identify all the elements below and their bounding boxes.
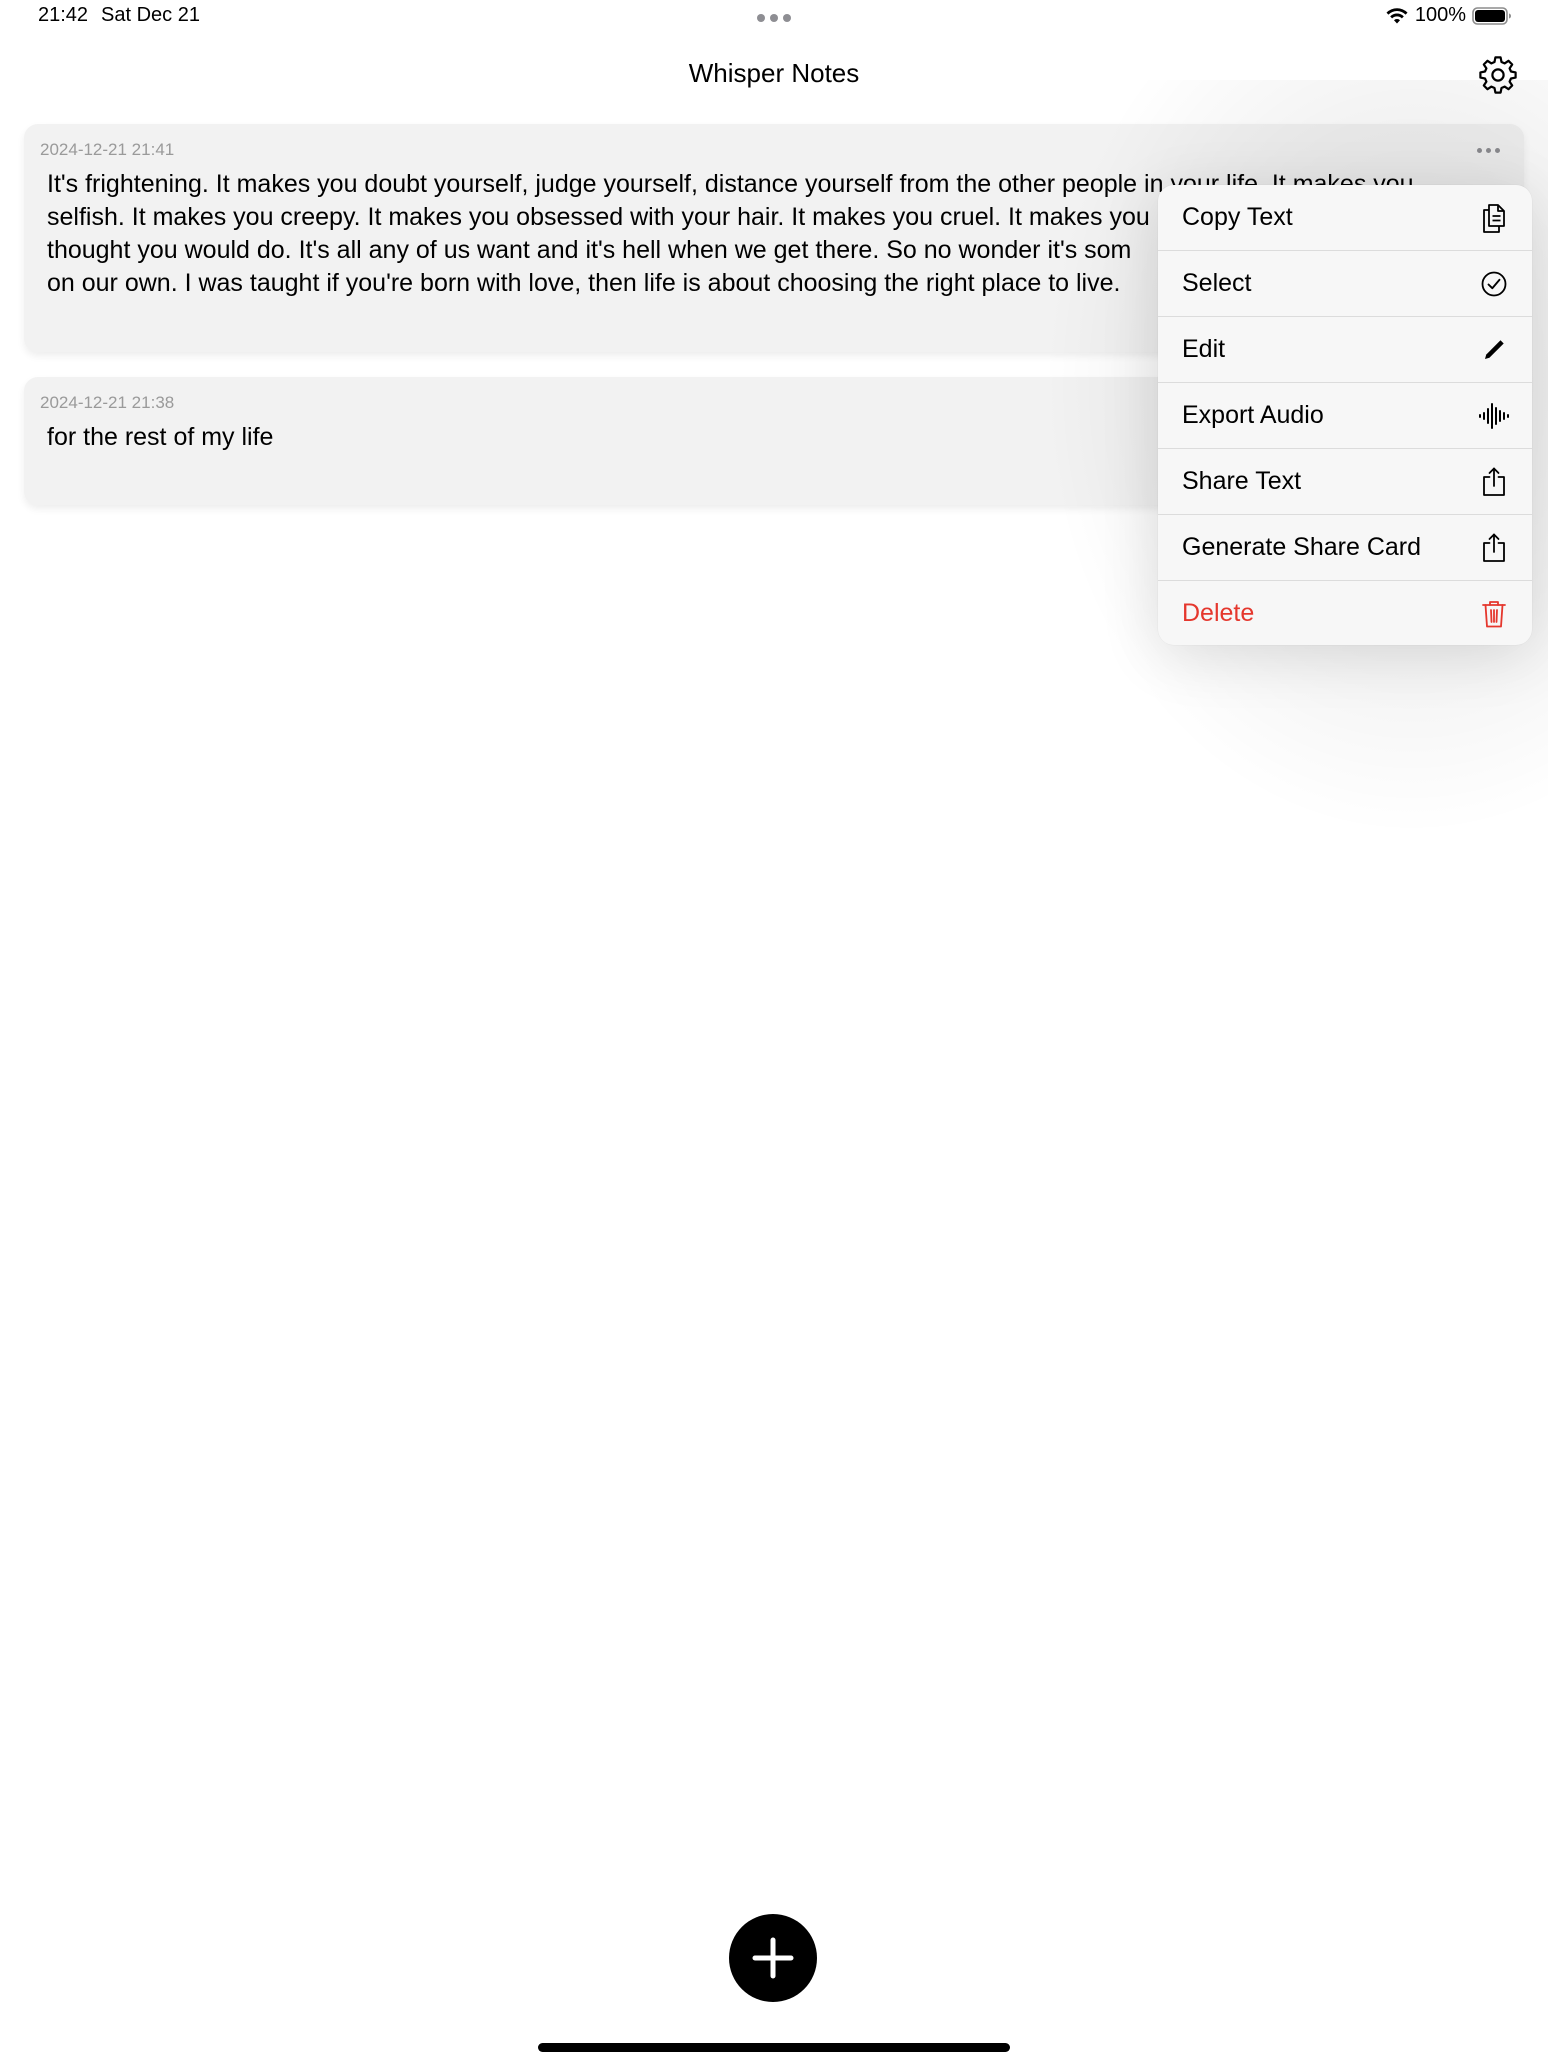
menu-item-export-audio[interactable]: Export Audio (1158, 383, 1532, 449)
settings-button[interactable] (1478, 55, 1518, 95)
status-time: 21:42 (38, 4, 89, 26)
status-right-group: 100% (1385, 4, 1512, 27)
status-date: Sat Dec 21 (101, 4, 200, 26)
waveform-icon (1478, 400, 1510, 432)
pencil-icon (1478, 334, 1510, 366)
add-note-button[interactable] (729, 1914, 817, 2002)
menu-item-label: Edit (1182, 335, 1226, 363)
menu-item-label: Generate Share Card (1182, 533, 1422, 561)
note-timestamp: 2024-12-21 21:38 (40, 393, 175, 412)
gear-icon (1479, 56, 1517, 94)
menu-item-generate-share-card[interactable]: Generate Share Card (1158, 515, 1532, 581)
menu-item-share-text[interactable]: Share Text (1158, 449, 1532, 515)
menu-item-copy-text[interactable]: Copy Text (1158, 185, 1532, 251)
battery-percentage: 100% (1414, 4, 1466, 26)
share-icon (1478, 466, 1510, 498)
copy-icon (1478, 202, 1510, 234)
menu-item-label: Copy Text (1182, 203, 1293, 231)
checkmark-circle-icon (1478, 268, 1510, 300)
app-screen: 21:42 Sat Dec 21 100% Whisper Notes 2024… (0, 0, 1548, 2064)
ellipsis-icon (1477, 148, 1482, 153)
share-icon (1478, 532, 1510, 564)
trash-icon (1478, 598, 1510, 630)
menu-item-edit[interactable]: Edit (1158, 317, 1532, 383)
context-menu: Copy Text Select Edit Export Audio Share… (1158, 185, 1532, 645)
plus-icon (752, 1937, 794, 1979)
menu-item-label: Share Text (1182, 467, 1302, 495)
menu-item-select[interactable]: Select (1158, 251, 1532, 317)
page-title: Whisper Notes (688, 58, 860, 88)
menu-item-label: Export Audio (1182, 401, 1324, 429)
menu-item-label: Delete (1182, 599, 1255, 627)
multitasking-dots-icon[interactable] (757, 14, 791, 22)
menu-item-delete[interactable]: Delete (1158, 581, 1532, 645)
menu-item-label: Select (1182, 269, 1252, 297)
wifi-icon (1385, 7, 1409, 25)
home-indicator[interactable] (538, 2043, 1010, 2052)
battery-icon (1472, 6, 1512, 26)
more-options-button[interactable] (1477, 148, 1500, 153)
note-timestamp: 2024-12-21 21:41 (40, 140, 175, 159)
